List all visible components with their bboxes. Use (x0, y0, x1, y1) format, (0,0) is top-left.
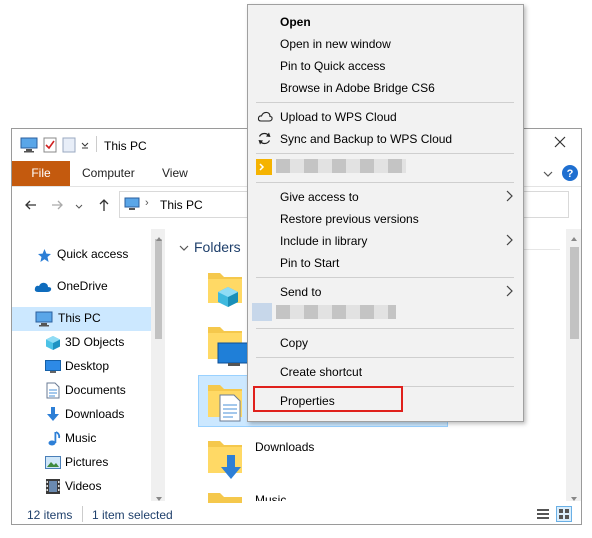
help-icon[interactable]: ? (561, 164, 579, 185)
chevron-down-icon[interactable] (178, 242, 190, 256)
download-icon (46, 406, 60, 426)
divider (96, 136, 97, 152)
menu-item-include-library[interactable]: Include in library (248, 230, 523, 252)
menu-item-browse-adobe-bridge[interactable]: Browse in Adobe Bridge CS6 (248, 77, 523, 99)
sidebar-item-downloads[interactable]: Downloads (12, 403, 151, 427)
sidebar-scroll-thumb[interactable] (155, 239, 162, 339)
pictures-icon (45, 456, 61, 473)
up-arrow-icon[interactable] (97, 198, 111, 215)
chevron-right-icon (505, 190, 513, 205)
section-header: Folders (194, 239, 241, 255)
menu-item-redacted[interactable] (248, 303, 523, 325)
chevron-right-icon (505, 234, 513, 249)
menu-item-pin-quick-access[interactable]: Pin to Quick access (248, 55, 523, 77)
menu-separator (256, 357, 514, 358)
cube-icon (45, 335, 61, 354)
new-folder-icon[interactable] (62, 137, 76, 156)
recent-locations-chevron-icon[interactable] (74, 200, 84, 214)
folder-label-downloads: Downloads (255, 440, 315, 454)
large-icons-view-icon[interactable] (556, 506, 572, 522)
menu-item-redacted-app[interactable] (248, 157, 523, 179)
menu-item-give-access[interactable]: Give access to (248, 186, 523, 208)
navigation-pane: Quick access OneDrive This PC 3D Objects… (12, 229, 162, 501)
folder-3d-objects[interactable] (204, 267, 248, 314)
forward-arrow-icon[interactable] (50, 198, 64, 215)
sidebar-item-pictures[interactable]: Pictures (12, 451, 151, 475)
menu-item-restore-versions[interactable]: Restore previous versions (248, 208, 523, 230)
menu-item-create-shortcut[interactable]: Create shortcut (248, 361, 523, 383)
computer-icon (20, 137, 38, 156)
properties-icon[interactable] (43, 137, 57, 156)
folder-label-music: Music (255, 493, 287, 501)
chevron-down-icon[interactable] (80, 139, 90, 153)
menu-separator (256, 102, 514, 103)
status-selected: 1 item selected (92, 508, 173, 522)
folder-documents[interactable] (204, 379, 248, 426)
app-icon (256, 159, 272, 178)
menu-item-copy[interactable]: Copy (248, 332, 523, 354)
cloud-icon (34, 281, 52, 296)
sidebar-item-3d-objects[interactable]: 3D Objects (12, 331, 151, 355)
sync-icon (257, 131, 272, 149)
folder-downloads[interactable] (204, 435, 248, 484)
menu-separator (256, 153, 514, 154)
documents-icon (46, 382, 60, 402)
breadcrumb-chevron-icon[interactable]: › (145, 197, 149, 209)
folder-desktop[interactable] (204, 321, 252, 370)
desktop-icon (45, 360, 61, 377)
window-title: This PC (104, 139, 147, 153)
sidebar-item-videos[interactable]: Videos (12, 475, 151, 499)
scroll-up-arrow-icon[interactable] (570, 231, 578, 245)
menu-separator (256, 182, 514, 183)
details-view-icon[interactable] (536, 507, 550, 524)
menu-item-open[interactable]: Open (248, 11, 523, 33)
star-icon (37, 248, 52, 266)
sidebar-item-desktop[interactable]: Desktop (12, 355, 151, 379)
svg-text:?: ? (567, 168, 574, 180)
videos-icon (45, 478, 61, 498)
address-text: This PC (160, 198, 203, 212)
context-menu: Open Open in new window Pin to Quick acc… (247, 4, 524, 422)
back-arrow-icon[interactable] (24, 198, 38, 215)
sidebar-item-music[interactable]: Music (12, 427, 151, 451)
menu-item-open-new-window[interactable]: Open in new window (248, 33, 523, 55)
tab-view[interactable]: View (162, 161, 188, 186)
status-bar: 12 items 1 item selected (12, 503, 581, 524)
computer-icon (35, 311, 53, 330)
tab-computer[interactable]: Computer (82, 161, 135, 186)
status-item-count: 12 items (27, 508, 73, 522)
divider (82, 506, 83, 522)
redacted-label (276, 305, 396, 319)
cloud-outline-icon (257, 110, 273, 126)
content-scroll-thumb[interactable] (570, 247, 579, 339)
sidebar-item-onedrive[interactable]: OneDrive (12, 275, 151, 299)
music-icon (47, 430, 61, 450)
menu-item-upload-wps-cloud[interactable]: Upload to WPS Cloud (248, 106, 523, 128)
chevron-right-icon (505, 285, 513, 300)
tab-file[interactable]: File (12, 161, 70, 186)
properties-highlight-box (253, 386, 403, 412)
sidebar-item-quick-access[interactable]: Quick access (12, 243, 151, 267)
sidebar-item-documents[interactable]: Documents (12, 379, 151, 403)
menu-separator (256, 328, 514, 329)
redacted-icon (252, 303, 272, 321)
sidebar-item-this-pc[interactable]: This PC (12, 307, 151, 331)
scroll-up-arrow-icon[interactable] (155, 231, 163, 245)
chevron-down-icon[interactable] (542, 168, 554, 182)
redacted-label (276, 159, 406, 173)
menu-item-sync-wps-cloud[interactable]: Sync and Backup to WPS Cloud (248, 128, 523, 150)
menu-item-send-to[interactable]: Send to (248, 281, 523, 303)
menu-separator (256, 277, 514, 278)
computer-icon (124, 197, 140, 214)
menu-item-pin-start[interactable]: Pin to Start (248, 252, 523, 274)
close-icon[interactable] (553, 135, 567, 152)
